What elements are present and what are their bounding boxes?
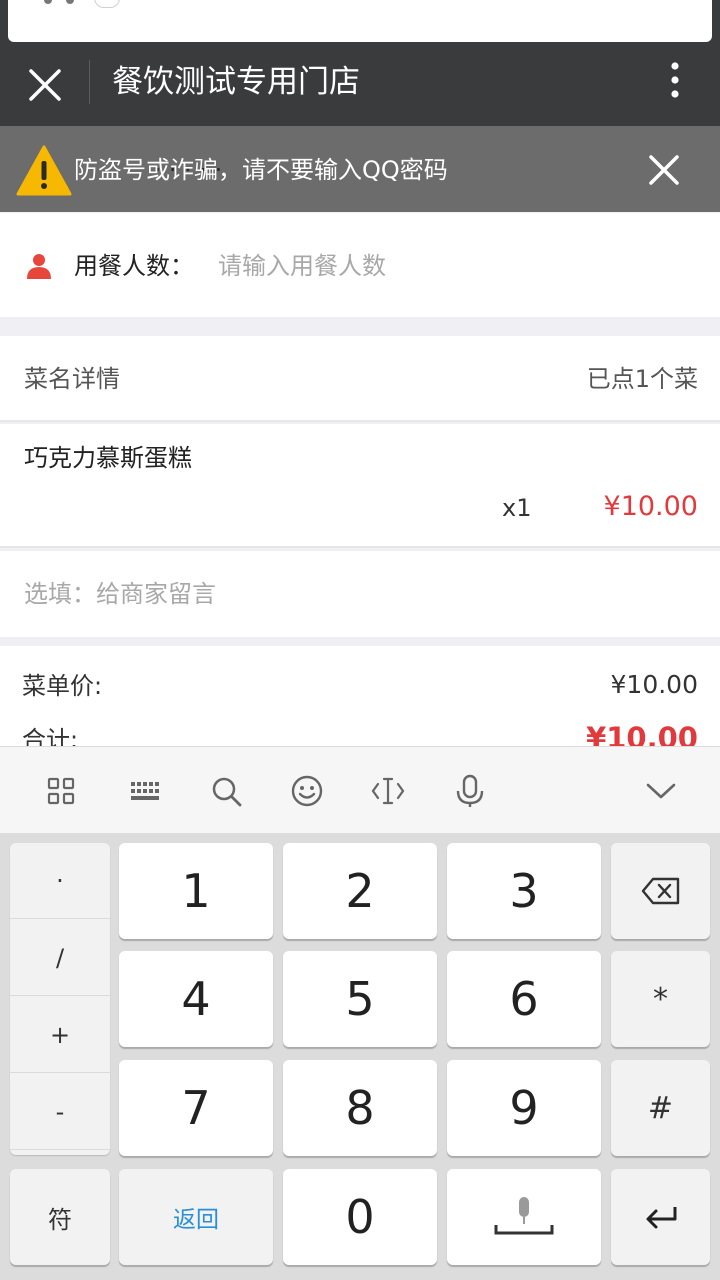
- diners-row: 用餐人数：: [0, 213, 720, 317]
- dish-quantity: x1: [502, 494, 532, 522]
- keyboard-toolbar: [0, 746, 720, 833]
- key-0[interactable]: 0: [283, 1169, 437, 1265]
- backspace-key[interactable]: [611, 843, 710, 939]
- nav-divider: [89, 60, 90, 104]
- page-title: 餐饮测试专用门店: [112, 64, 360, 100]
- more-icon[interactable]: [660, 60, 690, 106]
- dishes-count: 已点1个菜: [586, 365, 698, 393]
- chevron-down-icon[interactable]: [641, 771, 681, 811]
- key-hash[interactable]: #: [611, 1060, 710, 1156]
- top-strip: [0, 0, 720, 44]
- mic-icon[interactable]: [450, 771, 490, 811]
- key-6[interactable]: 6: [447, 951, 601, 1047]
- unit-price-value: ¥10.00: [610, 670, 698, 699]
- warning-banner: 防盗号 · · · · · 防盗号或诈骗，请不要输入QQ密码: [0, 126, 720, 212]
- key-slash[interactable]: /: [10, 920, 110, 996]
- back-key[interactable]: 返回: [119, 1169, 273, 1265]
- remark-row: [0, 551, 720, 637]
- key-2[interactable]: 2: [283, 843, 437, 939]
- warning-text: 防盗号或诈骗，请不要输入QQ密码: [74, 156, 448, 184]
- dishes-title: 菜名详情: [24, 365, 120, 393]
- keyboard-icon[interactable]: [125, 771, 165, 811]
- diners-input[interactable]: [218, 249, 698, 283]
- key-plus[interactable]: +: [10, 997, 110, 1073]
- cursor-icon[interactable]: [368, 771, 408, 811]
- voice-key[interactable]: [447, 1169, 601, 1265]
- total-value: ¥10.00: [586, 721, 698, 746]
- key-dot[interactable]: ·: [10, 843, 110, 919]
- diners-label: 用餐人数：: [74, 252, 194, 280]
- numeric-keyboard: · / + - 1 2 3 4 5 6 * 7 8 9 # 符 返回 0: [0, 833, 720, 1280]
- symbol-column: · / + -: [10, 843, 110, 1155]
- total-label: 合计:: [22, 726, 79, 746]
- dish-price: ¥10.00: [603, 491, 698, 522]
- dishes-header: 菜名详情 已点1个菜: [0, 336, 720, 422]
- person-icon: [27, 254, 51, 279]
- key-3[interactable]: 3: [447, 843, 601, 939]
- symbols-key[interactable]: 符: [10, 1169, 110, 1265]
- warning-icon: [16, 145, 72, 196]
- list-item: 巧克力慕斯蛋糕 x1 ¥10.00: [0, 424, 720, 548]
- key-8[interactable]: 8: [283, 1060, 437, 1156]
- backspace-icon: [641, 877, 679, 905]
- key-7[interactable]: 7: [119, 1060, 273, 1156]
- unit-price-label: 菜单价:: [22, 672, 103, 700]
- mic-space-icon: [494, 1197, 554, 1235]
- navbar: 餐饮测试专用门店: [0, 44, 720, 126]
- key-1[interactable]: 1: [119, 843, 273, 939]
- dish-name: 巧克力慕斯蛋糕: [24, 444, 192, 472]
- grid-icon[interactable]: [41, 771, 81, 811]
- enter-key[interactable]: [611, 1169, 710, 1265]
- dots-icon: [44, 0, 74, 4]
- key-minus[interactable]: -: [10, 1074, 110, 1150]
- emoji-icon[interactable]: [287, 771, 327, 811]
- enter-icon: [646, 1207, 676, 1229]
- remark-input[interactable]: [24, 577, 694, 611]
- search-icon[interactable]: [206, 771, 246, 811]
- key-5[interactable]: 5: [283, 951, 437, 1047]
- close-icon[interactable]: [22, 62, 68, 108]
- close-warning-icon[interactable]: [644, 150, 684, 190]
- key-star[interactable]: *: [611, 951, 710, 1047]
- key-9[interactable]: 9: [447, 1060, 601, 1156]
- key-4[interactable]: 4: [119, 951, 273, 1047]
- totals: 菜单价: ¥10.00 合计: ¥10.00: [0, 646, 720, 746]
